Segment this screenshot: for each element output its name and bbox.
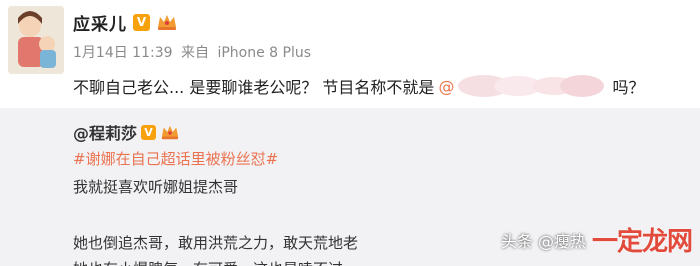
watermark-text: 头条 @瘦热: [500, 231, 586, 251]
repost-text-line: 她也倒追杰哥，敢用洪荒之力，敢天荒地老: [73, 234, 359, 252]
member-crown-icon: [161, 125, 179, 140]
watermark: 头条 @瘦热 一定龙网: [500, 221, 693, 258]
post-author: 应采儿 V: [73, 10, 178, 35]
post-text-main: 不聊自己老公... 是要聊谁老公呢？ 节目名称不就是: [73, 78, 435, 97]
post-text-tail: 吗？: [612, 78, 645, 97]
member-crown-icon: [158, 15, 176, 30]
post-meta: 1月14日 11:39 来自 iPhone 8 Plus: [73, 42, 315, 62]
post-body: 不聊自己老公... 是要聊谁老公呢？ 节目名称不就是 @ 吗？: [73, 74, 644, 98]
repost-author-name[interactable]: @程莉莎: [73, 120, 137, 144]
avatar[interactable]: [8, 6, 64, 74]
verified-v-icon: V: [133, 13, 150, 31]
post-timestamp[interactable]: 1月14日 11:39: [73, 45, 173, 61]
verified-v-icon: V: [141, 124, 157, 140]
repost-text-line: 她也有小爆脾气，有可爱，这也是嗑不过: [73, 258, 343, 266]
post-source-prefix: 来自: [180, 45, 209, 61]
hashtag-link[interactable]: #谢娜在自己超话里被粉丝怼#: [73, 148, 278, 169]
mention-link[interactable]: @: [438, 77, 454, 96]
blurred-mosaic: [458, 75, 605, 97]
weibo-post: 应采儿 V 1月14日 11:39 来自 iPhone 8 Plus 不聊自己老…: [0, 0, 700, 108]
repost-text-line: 我就挺喜欢听娜姐提杰哥: [73, 178, 239, 196]
author-name[interactable]: 应采儿: [73, 10, 127, 35]
watermark-logo: 一定龙网: [591, 227, 693, 257]
repost-author: @程莉莎 V: [73, 120, 180, 144]
post-source-device: iPhone 8 Plus: [217, 45, 312, 61]
